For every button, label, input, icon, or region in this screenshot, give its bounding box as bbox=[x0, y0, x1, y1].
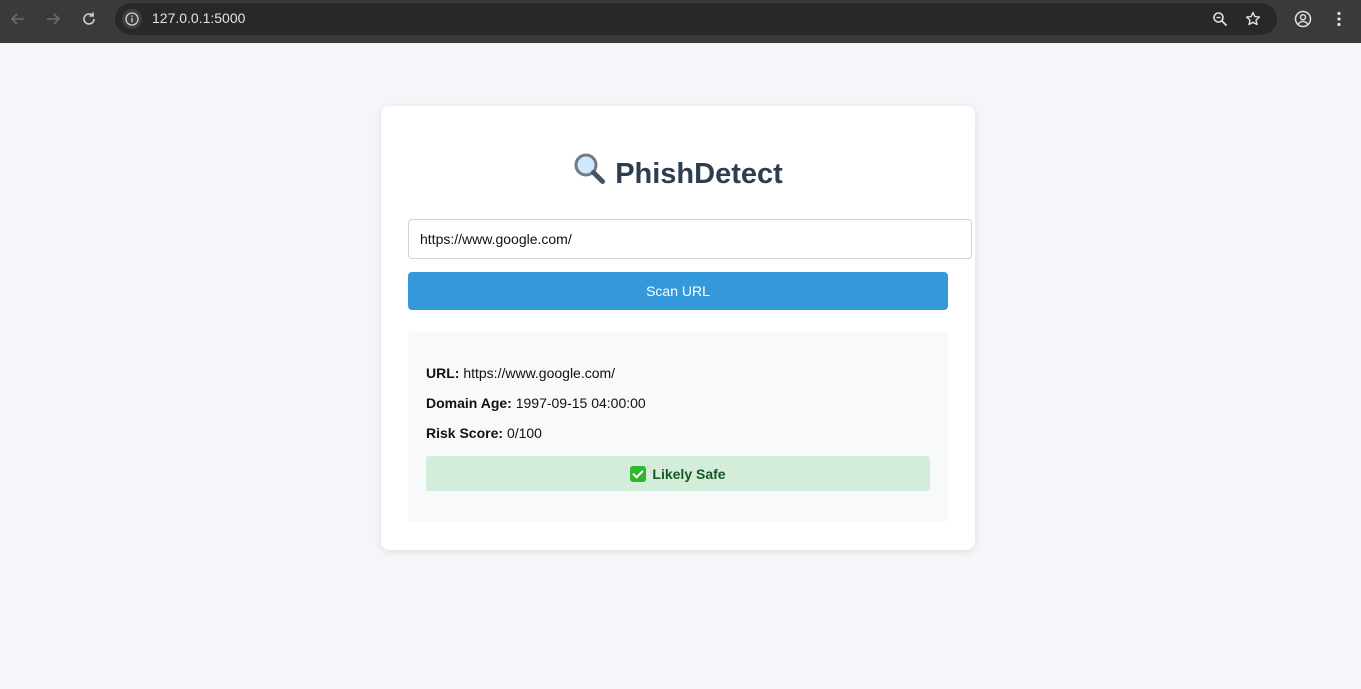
result-domain-age-row: Domain Age: 1997-09-15 04:00:00 bbox=[426, 395, 646, 411]
verdict-badge: Likely Safe bbox=[426, 456, 930, 491]
back-icon[interactable] bbox=[8, 9, 28, 29]
result-domain-age-value: 1997-09-15 04:00:00 bbox=[515, 395, 646, 411]
result-url-label: URL: bbox=[426, 365, 460, 381]
result-risk-score-row: Risk Score: 0/100 bbox=[426, 425, 542, 441]
url-input[interactable] bbox=[408, 219, 972, 259]
reload-icon[interactable] bbox=[79, 9, 99, 29]
page-title: PhishDetect bbox=[381, 152, 975, 194]
forward-icon[interactable] bbox=[43, 9, 63, 29]
profile-icon[interactable] bbox=[1293, 9, 1313, 29]
address-text: 127.0.0.1:5000 bbox=[152, 10, 246, 26]
result-url-row: URL: https://www.google.com/ bbox=[426, 365, 615, 381]
verdict-text: Likely Safe bbox=[652, 465, 726, 482]
address-bar[interactable]: 127.0.0.1:5000 bbox=[115, 3, 1277, 35]
magnifier-icon bbox=[573, 152, 607, 194]
check-icon bbox=[630, 465, 647, 482]
browser-toolbar: 127.0.0.1:5000 bbox=[0, 0, 1361, 43]
result-risk-score-value: 0/100 bbox=[506, 425, 542, 441]
result-risk-score-label: Risk Score: bbox=[426, 425, 504, 441]
bookmark-star-icon[interactable] bbox=[1243, 9, 1263, 29]
zoom-icon[interactable] bbox=[1210, 9, 1230, 29]
scan-result-panel: URL: https://www.google.com/ Domain Age:… bbox=[408, 332, 948, 522]
scanner-card: PhishDetect Scan URL URL: https://www.go… bbox=[381, 106, 975, 550]
scan-url-button[interactable]: Scan URL bbox=[408, 272, 948, 310]
app-name: PhishDetect bbox=[615, 158, 783, 190]
result-domain-age-label: Domain Age: bbox=[426, 395, 512, 411]
menu-kebab-icon[interactable] bbox=[1329, 9, 1349, 29]
site-info-icon[interactable] bbox=[122, 9, 142, 29]
result-url-value: https://www.google.com/ bbox=[463, 365, 616, 381]
